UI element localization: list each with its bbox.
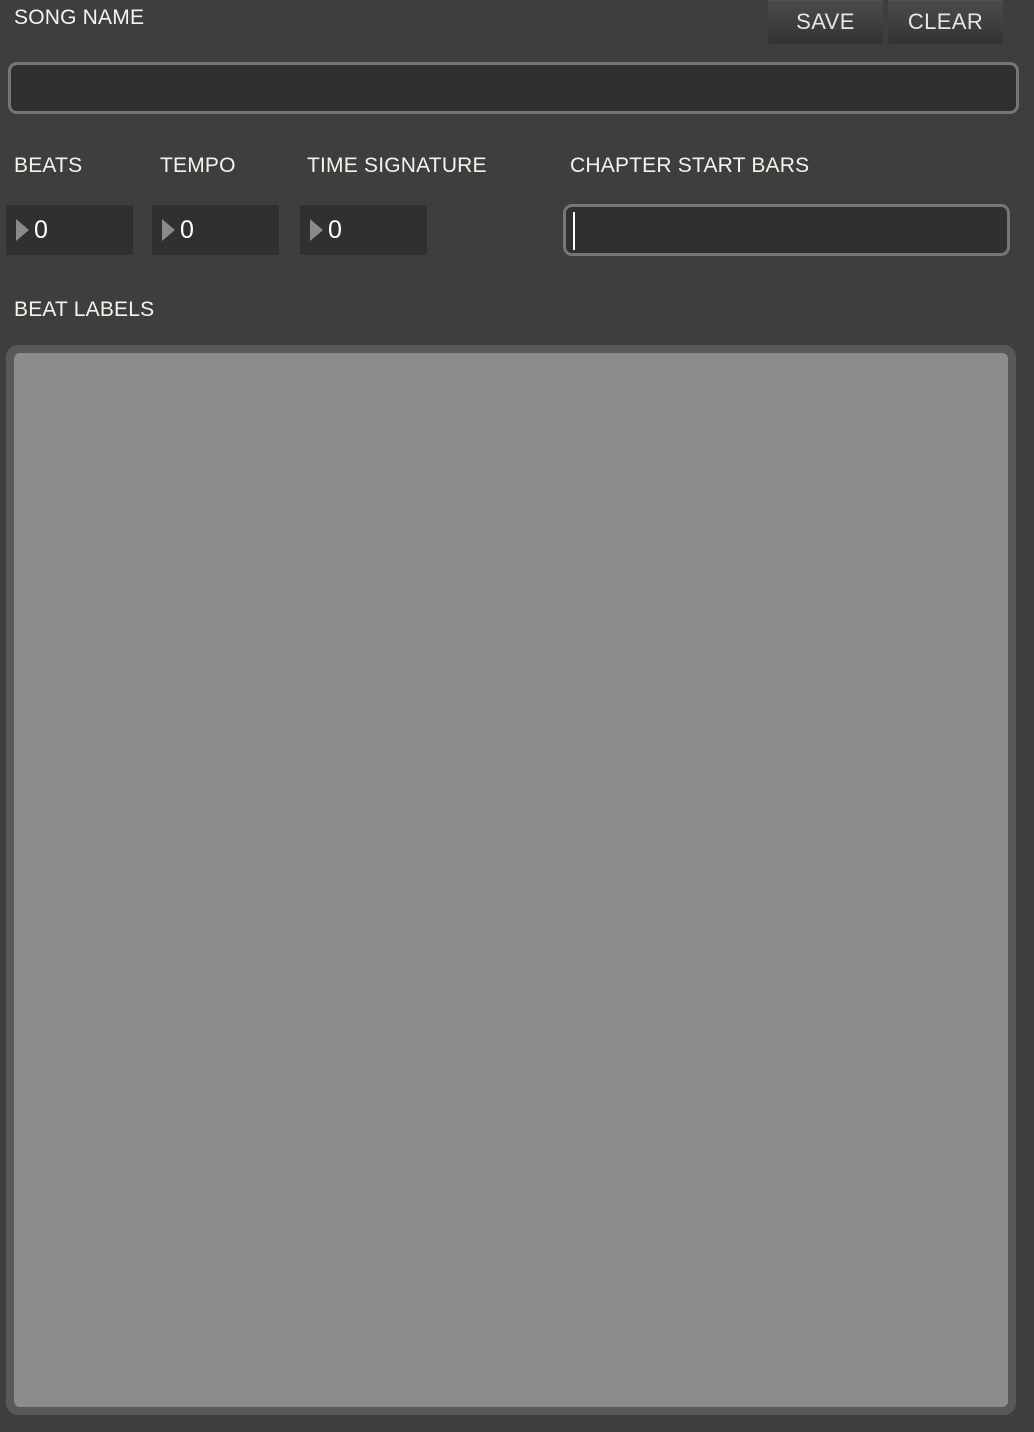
time-signature-stepper[interactable]: 0 (300, 205, 427, 255)
triangle-right-icon[interactable] (162, 219, 175, 241)
song-editor-panel: SONG NAME SAVE CLEAR BEATS TEMPO TIME SI… (0, 0, 1034, 1432)
triangle-right-icon[interactable] (16, 219, 29, 241)
chapter-start-bars-label: CHAPTER START BARS (570, 154, 810, 177)
tempo-value: 0 (180, 215, 194, 244)
song-name-label: SONG NAME (14, 6, 145, 29)
time-signature-value: 0 (328, 215, 342, 244)
header-button-group: SAVE CLEAR (768, 0, 1003, 44)
beats-value: 0 (34, 215, 48, 244)
beat-labels-list[interactable] (14, 353, 1008, 1407)
clear-button[interactable]: CLEAR (888, 0, 1003, 44)
beats-label: BEATS (14, 154, 83, 177)
tempo-stepper[interactable]: 0 (152, 205, 279, 255)
save-button[interactable]: SAVE (768, 0, 883, 44)
beat-labels-label: BEAT LABELS (14, 298, 155, 321)
song-name-input[interactable] (8, 62, 1019, 114)
triangle-right-icon[interactable] (310, 219, 323, 241)
tempo-label: TEMPO (160, 154, 236, 177)
time-signature-label: TIME SIGNATURE (307, 154, 487, 177)
beats-stepper[interactable]: 0 (6, 205, 133, 255)
beat-labels-frame (6, 345, 1016, 1415)
chapter-start-bars-input[interactable] (563, 204, 1010, 256)
